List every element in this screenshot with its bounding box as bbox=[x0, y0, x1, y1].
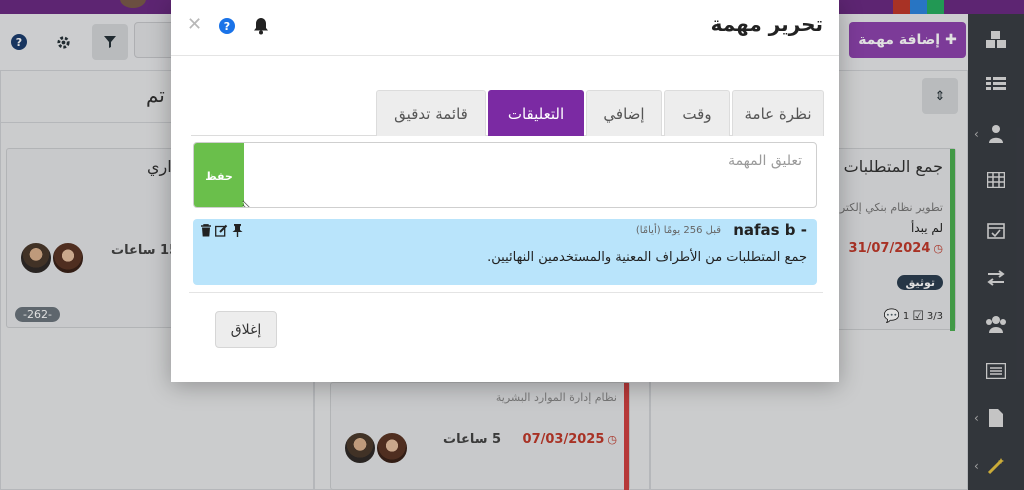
tab-time[interactable]: وقت bbox=[664, 90, 730, 136]
comment-author: nafas b - bbox=[733, 221, 807, 239]
comment-actions bbox=[199, 224, 244, 237]
help-icon[interactable]: ? bbox=[219, 18, 235, 34]
comment-timestamp: قبل 256 يومًا (أيامًا) bbox=[635, 225, 721, 236]
comment-form: حفظ bbox=[193, 142, 817, 208]
tab-extra[interactable]: إضافي bbox=[586, 90, 662, 136]
bell-icon[interactable] bbox=[252, 17, 270, 35]
comment-text: جمع المتطلبات من الأطراف المعنية والمستخ… bbox=[487, 250, 807, 265]
save-button[interactable]: حفظ bbox=[194, 143, 244, 207]
tab-checklist[interactable]: قائمة تدقيق bbox=[376, 90, 486, 136]
divider bbox=[189, 292, 823, 293]
edit-icon[interactable] bbox=[215, 224, 228, 237]
modal-title: تحرير مهمة bbox=[710, 12, 823, 36]
pin-icon[interactable] bbox=[231, 224, 244, 237]
close-icon[interactable]: ✕ bbox=[187, 14, 202, 35]
tab-comments[interactable]: التعليقات bbox=[488, 90, 584, 136]
modal-header: تحرير مهمة ✕ ? bbox=[171, 0, 839, 56]
modal-tabs: نظرة عامة وقت إضافي التعليقات قائمة تدقي… bbox=[191, 90, 824, 136]
trash-icon[interactable] bbox=[199, 224, 212, 237]
close-button[interactable]: إغلاق bbox=[215, 311, 277, 348]
comment-input[interactable] bbox=[242, 143, 816, 207]
comment-item: nafas b - قبل 256 يومًا (أيامًا) جمع الم… bbox=[193, 219, 817, 285]
tab-overview[interactable]: نظرة عامة bbox=[732, 90, 824, 136]
edit-task-modal: تحرير مهمة ✕ ? نظرة عامة وقت إضافي التعل… bbox=[171, 0, 839, 382]
